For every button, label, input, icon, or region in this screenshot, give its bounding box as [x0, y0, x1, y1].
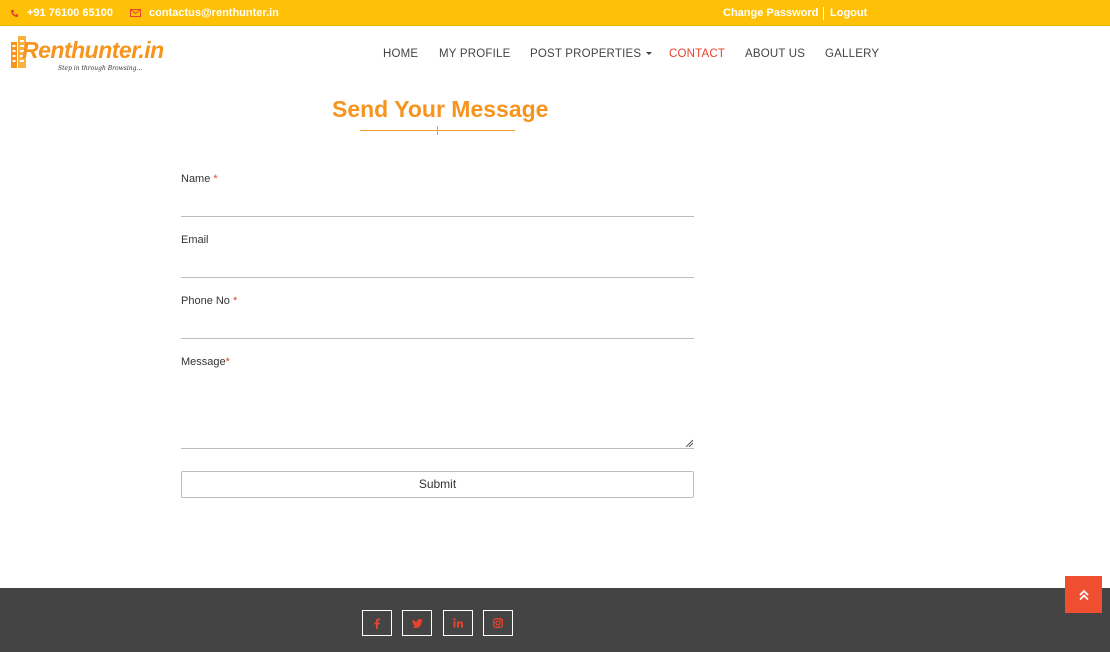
logout-link[interactable]: Logout	[830, 7, 867, 19]
envelope-icon	[130, 9, 141, 17]
message-label-text: Message	[181, 356, 226, 368]
nav-item-gallery[interactable]: GALLERY	[825, 48, 879, 60]
nav-item-post-properties-label: POST PROPERTIES	[530, 48, 642, 60]
footer	[0, 588, 1110, 652]
form-title: Send Your Message	[332, 96, 549, 122]
logo-suffix: .in	[138, 37, 164, 63]
required-mark: *	[213, 173, 218, 185]
double-chevron-up-icon	[1078, 589, 1089, 600]
resize-handle-icon[interactable]	[685, 439, 693, 447]
instagram-icon[interactable]	[483, 610, 513, 636]
message-label: Message*	[181, 356, 230, 368]
topbar-divider	[823, 7, 824, 20]
twitter-icon[interactable]	[402, 610, 432, 636]
facebook-icon[interactable]	[362, 610, 392, 636]
email-label: Email	[181, 234, 209, 246]
title-underline-tick	[437, 126, 438, 135]
nav-item-contact[interactable]: CONTACT	[669, 48, 725, 60]
phone-number: +91 76100 65100	[27, 7, 113, 19]
caret-down-icon	[646, 52, 653, 56]
email-label-text: Email	[181, 234, 209, 246]
phone-label-text: Phone No	[181, 295, 230, 307]
logo-tagline: Step in through Browsing...	[58, 65, 143, 72]
name-label: Name *	[181, 173, 218, 185]
nav-item-about-us[interactable]: ABOUT US	[745, 48, 805, 60]
change-password-link[interactable]: Change Password	[723, 7, 818, 19]
logo-name: Renthunter	[22, 37, 139, 63]
phone-label: Phone No *	[181, 295, 237, 307]
logo-wordmark: Renthunter.in	[22, 37, 164, 64]
message-textarea[interactable]	[181, 378, 694, 449]
linkedin-icon[interactable]	[443, 610, 473, 636]
top-bar: +91 76100 65100 contactus@renthunter.in …	[0, 0, 1110, 26]
name-label-text: Name	[181, 173, 211, 185]
email-contact[interactable]: contactus@renthunter.in	[130, 7, 279, 19]
email-address: contactus@renthunter.in	[149, 7, 279, 19]
phone-icon	[10, 9, 19, 17]
phone-field[interactable]	[181, 314, 694, 339]
nav-item-post-properties[interactable]: POST PROPERTIES	[530, 48, 653, 60]
email-field[interactable]	[181, 253, 694, 278]
required-mark: *	[233, 295, 238, 307]
site-logo[interactable]: Renthunter.in Step in through Browsing..…	[10, 34, 164, 78]
required-mark: *	[225, 356, 230, 368]
scroll-to-top-button[interactable]	[1065, 576, 1102, 613]
name-field[interactable]	[181, 192, 694, 217]
title-underline-left	[360, 130, 437, 131]
submit-button[interactable]: Submit	[181, 471, 694, 498]
nav-item-home[interactable]: HOME	[383, 48, 418, 60]
phone-contact[interactable]: +91 76100 65100	[10, 7, 113, 19]
nav-item-my-profile[interactable]: MY PROFILE	[439, 48, 510, 60]
title-underline-right	[438, 130, 515, 131]
